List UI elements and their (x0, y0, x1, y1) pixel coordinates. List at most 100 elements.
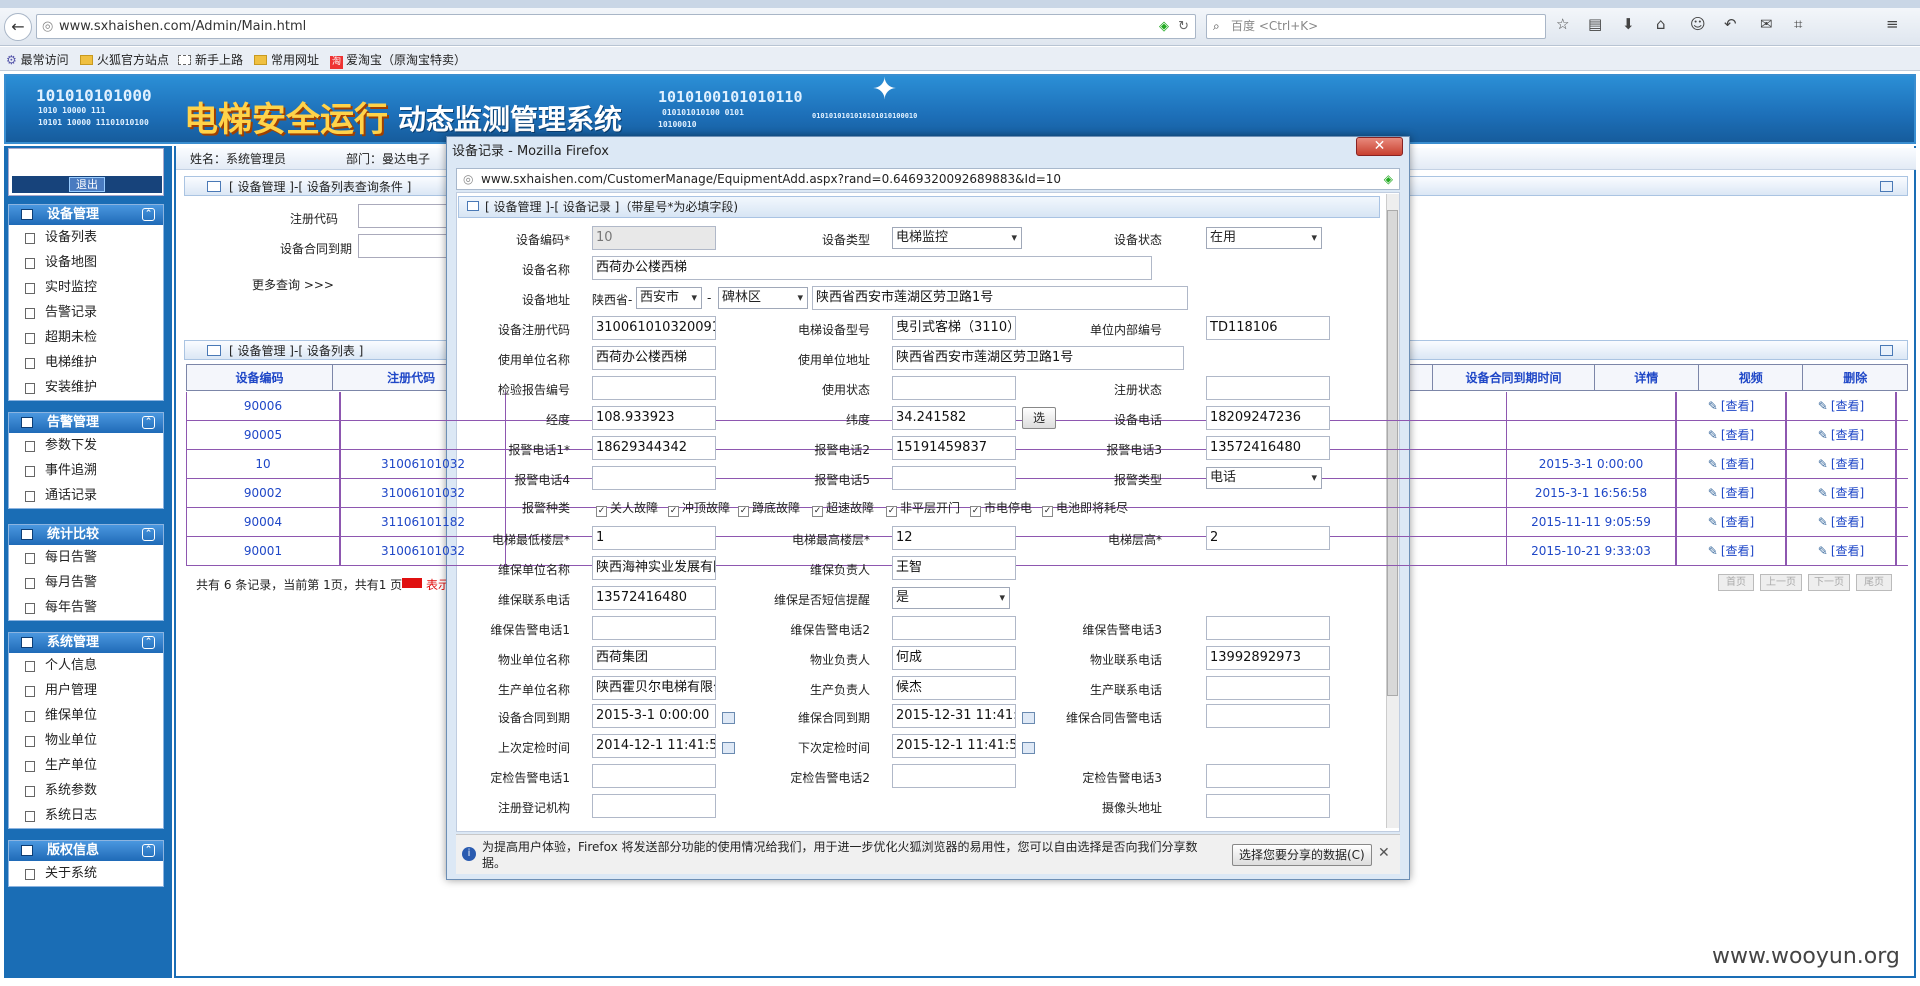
phone-input[interactable]: 18209247236 (1206, 406, 1330, 430)
maker-unit-input[interactable]: 陕西霍贝尔电梯有限公司 (592, 676, 716, 700)
next-page-button[interactable]: 下一页 (1808, 574, 1850, 591)
chat-icon[interactable]: ✉ (1760, 15, 1773, 33)
view-link[interactable]: [查看] (1721, 399, 1754, 413)
collapse-icon[interactable]: ⌃ (142, 528, 155, 541)
contract-expire-input[interactable]: 2015-3-1 0:00:00 (592, 704, 716, 728)
unitaddr-input[interactable]: 陕西省西安市莲湖区劳卫路1号 (892, 346, 1184, 370)
sidebar-item[interactable]: 超期未检 (9, 325, 163, 350)
bookmark-aitaobao[interactable]: 淘爱淘宝（原淘宝特卖） (330, 51, 466, 69)
alarm-kind-checkbox[interactable]: ✓ 超速故障 (812, 499, 874, 517)
calendar-icon[interactable] (1022, 712, 1035, 724)
maint-alarm1-input[interactable] (592, 616, 716, 640)
select-location-button[interactable]: 选 (1022, 407, 1056, 429)
logout-button[interactable]: 退出 (12, 176, 162, 193)
reg-input[interactable]: 31006101032009100 (592, 316, 716, 340)
alarm-kind-checkbox[interactable]: ✓ 非平层开门 (886, 499, 960, 517)
maint-alarm3-input[interactable] (1206, 616, 1330, 640)
calendar-icon[interactable] (1022, 742, 1035, 754)
video-link[interactable]: [查看] (1831, 544, 1864, 558)
model-input[interactable]: 曳引式客梯（3110） (892, 316, 1016, 340)
floor-height-input[interactable]: 2 (1206, 526, 1330, 550)
lng-input[interactable]: 108.933923 (592, 406, 716, 430)
search-input[interactable]: ⌕ 百度 <Ctrl+K> (1206, 14, 1546, 39)
collapse-icon[interactable] (1880, 345, 1893, 356)
video-link[interactable]: [查看] (1831, 515, 1864, 529)
view-link[interactable]: [查看] (1721, 544, 1754, 558)
sidebar-item[interactable]: 系统日志 (9, 803, 163, 828)
calendar-icon[interactable] (722, 712, 735, 724)
lat-input[interactable]: 34.241582 (892, 406, 1016, 430)
alarm-type-select[interactable]: 电话 (1206, 467, 1322, 489)
video-link[interactable]: [查看] (1831, 428, 1864, 442)
inner-input[interactable]: TD118106 (1206, 316, 1330, 340)
alarm-kind-checkbox[interactable]: ✓ 蹲底故障 (738, 499, 800, 517)
regstate-input[interactable] (1206, 376, 1330, 400)
video-link[interactable]: [查看] (1831, 486, 1864, 500)
next-check-input[interactable]: 2015-12-1 11:41:53 (892, 734, 1016, 758)
view-link[interactable]: [查看] (1721, 486, 1754, 500)
alarm-phone4-input[interactable] (592, 466, 716, 490)
sidebar-item[interactable]: 生产单位 (9, 753, 163, 778)
property-phone-input[interactable]: 13992892973 (1206, 646, 1330, 670)
collapse-icon[interactable]: ⌃ (142, 416, 155, 429)
check-alarm1-input[interactable] (592, 764, 716, 788)
min-floor-input[interactable]: 1 (592, 526, 716, 550)
unit-input[interactable]: 西荷办公楼西梯 (592, 346, 716, 370)
menu-header[interactable]: 系统管理 ⌃ (9, 633, 163, 653)
crop-icon[interactable]: ⌗ (1794, 15, 1802, 33)
home-icon[interactable]: ⌂ (1656, 15, 1666, 33)
star-icon[interactable]: ☆ (1556, 15, 1569, 33)
sidebar-item[interactable]: 设备地图 (9, 250, 163, 275)
usestate-input[interactable] (892, 376, 1016, 400)
menu-header[interactable]: 统计比较 ⌃ (9, 525, 163, 545)
share-data-button[interactable]: 选择您要分享的数据(C) (1232, 844, 1372, 866)
type-select[interactable]: 电梯监控 (892, 227, 1022, 249)
video-link[interactable]: [查看] (1831, 399, 1864, 413)
undo-icon[interactable]: ↶ (1724, 15, 1737, 33)
district-select[interactable]: 碑林区 (718, 287, 808, 309)
maint-person-input[interactable]: 王智 (892, 556, 1016, 580)
reload-icon[interactable]: ↻ (1178, 15, 1189, 38)
sidebar-item[interactable]: 通话记录 (9, 483, 163, 508)
alarm-kind-checkbox[interactable]: ✓ 关人故障 (596, 499, 658, 517)
sidebar-item[interactable]: 维保单位 (9, 703, 163, 728)
menu-header[interactable]: 告警管理 ⌃ (9, 413, 163, 433)
reg-org-input[interactable] (592, 794, 716, 818)
property-unit-input[interactable]: 西荷集团 (592, 646, 716, 670)
smiley-icon[interactable]: ☺ (1690, 15, 1706, 33)
sidebar-item[interactable]: 关于系统 (9, 861, 163, 886)
alarm-kind-checkbox[interactable]: ✓ 市电停电 (970, 499, 1032, 517)
code-input[interactable]: 10 (592, 226, 716, 250)
status-select[interactable]: 在用 (1206, 227, 1322, 249)
alarm-phone2-input[interactable]: 15191459837 (892, 436, 1016, 460)
prev-page-button[interactable]: 上一页 (1760, 574, 1802, 591)
maker-phone-input[interactable] (1206, 676, 1330, 700)
sidebar-item[interactable]: 每日告警 (9, 545, 163, 570)
close-notification-icon[interactable]: ✕ (1378, 845, 1390, 861)
sidebar-item[interactable]: 用户管理 (9, 678, 163, 703)
bookmark-firefox[interactable]: 火狐官方站点 (80, 51, 169, 68)
alarm-phone5-input[interactable] (892, 466, 1016, 490)
calendar-icon[interactable] (722, 742, 735, 754)
name-input[interactable]: 西荷办公楼西梯 (592, 256, 1152, 280)
check-alarm2-input[interactable] (892, 764, 1016, 788)
sidebar-item[interactable]: 电梯维护 (9, 350, 163, 375)
sidebar-item[interactable]: 实时监控 (9, 275, 163, 300)
sidebar-item[interactable]: 参数下发 (9, 433, 163, 458)
close-icon[interactable]: ✕ (1356, 137, 1403, 156)
bookmark-newbie[interactable]: 新手上路 (178, 51, 243, 68)
addr-input[interactable]: 陕西省西安市莲湖区劳卫路1号 (812, 286, 1188, 310)
sidebar-item[interactable]: 安装维护 (9, 375, 163, 400)
last-page-button[interactable]: 尾页 (1856, 574, 1892, 591)
view-link[interactable]: [查看] (1721, 515, 1754, 529)
sidebar-item[interactable]: 个人信息 (9, 653, 163, 678)
maint-alarm2-input[interactable] (892, 616, 1016, 640)
menu-header[interactable]: 设备管理 ⌃ (9, 205, 163, 225)
more-query-link[interactable]: 更多查询 >>> (252, 276, 350, 293)
collapse-icon[interactable]: ⌃ (142, 636, 155, 649)
view-link[interactable]: [查看] (1721, 457, 1754, 471)
contract-input[interactable] (358, 234, 448, 258)
maker-person-input[interactable]: 候杰 (892, 676, 1016, 700)
check-alarm3-input[interactable] (1206, 764, 1330, 788)
bookmark-common[interactable]: 常用网址 (254, 51, 319, 68)
